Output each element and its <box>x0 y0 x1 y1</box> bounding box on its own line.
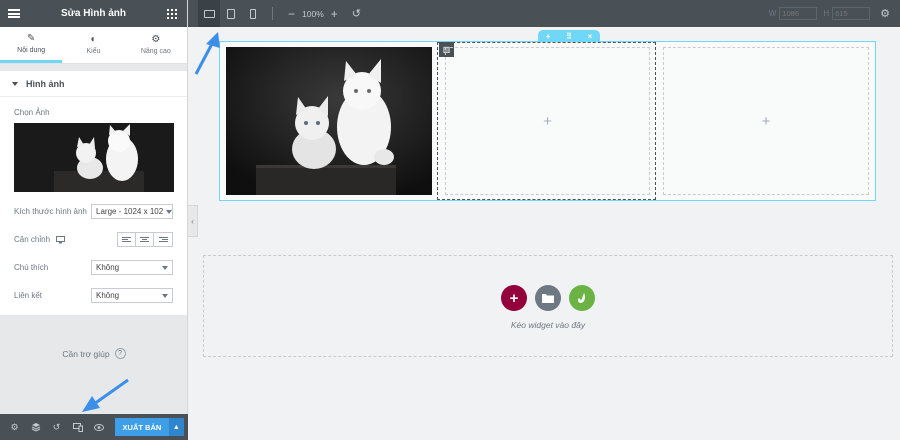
pointer-arrow-icon <box>194 32 220 75</box>
width-input[interactable] <box>779 7 818 20</box>
kittens-thumbnail-image <box>14 123 174 192</box>
dropdown-arrow-icon <box>166 209 172 214</box>
link-label: Liên kết <box>14 291 43 300</box>
section-toggle[interactable]: Hình ảnh <box>0 71 187 97</box>
publish-button[interactable]: XUẤT BẢN <box>115 418 169 436</box>
height-control: H <box>823 7 871 20</box>
responsive-mode-icon[interactable] <box>67 414 88 440</box>
caret-down-icon <box>12 81 18 86</box>
tab-style[interactable]: ◐ Kiểu <box>62 27 124 63</box>
pointer-arrow-icon <box>82 378 129 412</box>
link-select[interactable]: Không <box>91 288 173 303</box>
delete-section-icon[interactable]: × <box>588 32 593 41</box>
tab-advanced[interactable]: ⚙ Nâng cao <box>125 27 187 63</box>
template-library-button[interactable] <box>535 285 561 311</box>
caption-value: Không <box>96 263 120 272</box>
undo-icon[interactable]: ↺ <box>345 7 368 20</box>
image-size-label: Kích thước hình ảnh <box>14 207 87 216</box>
desktop-icon <box>203 9 215 18</box>
collapse-panel-button[interactable]: ‹ <box>188 205 198 237</box>
dropdown-arrow-icon <box>162 265 168 270</box>
section-handle: + ⠿ × <box>538 30 600 42</box>
editor-app: Sửa Hình ảnh ✎ Nội dung ◐ Kiểu ⚙ Nâng ca… <box>0 0 900 440</box>
section-title: Hình ảnh <box>26 78 65 89</box>
menu-icon[interactable] <box>8 9 20 18</box>
caption-label: Chú thích <box>14 263 49 272</box>
help-link[interactable]: Cần trợ giúp ? <box>0 348 188 359</box>
align-center-button[interactable] <box>136 233 154 246</box>
empty-column-add[interactable]: + <box>445 47 650 195</box>
top-toolbar: − 100% + ↺ W H ⚙ <box>188 0 900 27</box>
tab-content-label: Nội dung <box>17 46 46 54</box>
zoom-in-button[interactable]: + <box>324 7 345 21</box>
dropdown-arrow-icon <box>162 293 168 298</box>
dropzone-text: Kéo widget vào đây <box>510 320 586 330</box>
width-label: W <box>768 9 777 18</box>
device-tablet-button[interactable] <box>220 0 242 27</box>
history-icon[interactable]: ↺ <box>46 414 67 440</box>
kittens-image <box>226 47 432 195</box>
image-picker-thumbnail[interactable] <box>14 123 174 192</box>
panel-tabs: ✎ Nội dung ◐ Kiểu ⚙ Nâng cao <box>0 27 187 64</box>
link-value: Không <box>96 291 120 300</box>
alignment-control: Căn chỉnh <box>14 232 173 247</box>
settings-gear-icon[interactable]: ⚙ <box>870 7 900 20</box>
settings-gear-icon[interactable]: ⚙ <box>4 414 25 440</box>
publish-options-button[interactable]: ▲ <box>168 418 184 436</box>
panel-title: Sửa Hình ảnh <box>60 8 127 19</box>
device-desktop-button[interactable] <box>198 0 220 27</box>
alignment-label-group: Căn chỉnh <box>14 235 66 244</box>
add-section-icon[interactable]: + <box>546 32 551 41</box>
mobile-icon <box>250 8 256 19</box>
navigator-layers-icon[interactable] <box>25 414 46 440</box>
add-section-button[interactable]: + <box>501 285 527 311</box>
help-icon: ? <box>114 348 126 359</box>
editor-panel: Sửa Hình ảnh ✎ Nội dung ◐ Kiểu ⚙ Nâng ca… <box>0 0 188 440</box>
caption-select[interactable]: Không <box>91 260 173 275</box>
editor-canvas: + ⠿ × ▥ + + + Kéo widget vào đây <box>198 27 900 440</box>
height-input[interactable] <box>832 7 871 20</box>
link-control: Liên kết Không <box>14 288 173 303</box>
preview-eye-icon[interactable] <box>88 414 109 440</box>
widgets-grid-icon[interactable] <box>167 8 177 19</box>
desktop-icon[interactable] <box>56 235 66 244</box>
zoom-out-button[interactable]: − <box>281 7 302 21</box>
drag-section-icon[interactable]: ⠿ <box>566 32 572 41</box>
height-label: H <box>823 9 830 18</box>
align-left-button[interactable] <box>118 233 136 246</box>
folder-icon <box>542 294 554 303</box>
caption-control: Chú thích Không <box>14 260 173 275</box>
kittens-image-widget[interactable] <box>226 47 432 195</box>
width-control: W <box>769 7 818 20</box>
zoom-level: 100% <box>302 8 324 19</box>
gear-icon: ⚙ <box>151 34 161 45</box>
tab-content[interactable]: ✎ Nội dung <box>0 27 63 63</box>
empty-column-add[interactable]: + <box>663 47 869 195</box>
tablet-icon <box>227 8 235 19</box>
contrast-icon: ◐ <box>90 34 97 45</box>
choose-image-label: Chọn Ảnh <box>14 108 50 117</box>
image-size-select[interactable]: Large - 1024 x 102 <box>91 204 173 219</box>
page-section[interactable]: + ⠿ × ▥ + + <box>219 30 876 201</box>
align-right-button[interactable] <box>154 233 172 246</box>
panel-footer: ⚙ ↺ XUẤT BẢN ▲ <box>0 414 188 440</box>
device-mobile-button[interactable] <box>242 0 264 27</box>
image-section: Hình ảnh Chọn Ảnh Kích thước hình ảnh La… <box>0 71 187 315</box>
dropzone-buttons: + <box>501 285 595 311</box>
panel-header: Sửa Hình ảnh <box>0 0 187 27</box>
alignment-buttons <box>117 232 173 247</box>
leaf-icon <box>577 292 585 303</box>
alignment-label: Căn chỉnh <box>14 235 51 244</box>
image-size-control: Kích thước hình ảnh Large - 1024 x 102 <box>14 204 173 219</box>
widget-dropzone[interactable]: + Kéo widget vào đây <box>203 255 893 357</box>
tab-style-label: Kiểu <box>86 48 101 55</box>
image-size-value: Large - 1024 x 102 <box>96 207 164 216</box>
tab-advanced-label: Nâng cao <box>140 48 171 55</box>
help-label: Cần trợ giúp <box>62 348 110 359</box>
toolbar-divider <box>272 7 273 20</box>
envato-kit-button[interactable] <box>569 285 595 311</box>
pencil-icon: ✎ <box>26 32 36 44</box>
